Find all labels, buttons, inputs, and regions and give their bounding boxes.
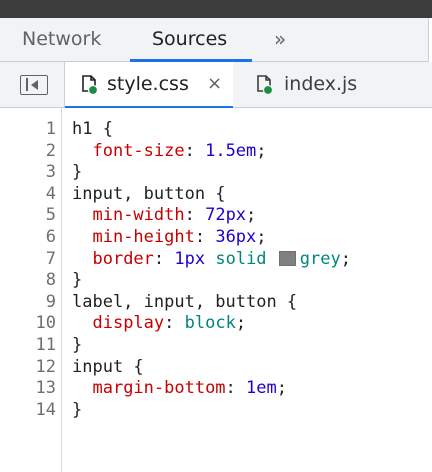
code-text: min-height: 36px; [72, 226, 267, 248]
window-top-bar [0, 0, 432, 18]
semicolon: ; [246, 205, 257, 226]
css-number: 1em [246, 378, 277, 399]
line-number: 8 [45, 270, 56, 291]
code-text: } [72, 161, 82, 183]
css-number: 1px [174, 248, 206, 269]
code-text: border: 1px solid grey; [72, 248, 351, 270]
css-file-icon [82, 75, 97, 95]
js-file-icon [257, 75, 272, 95]
line-number: 3 [45, 162, 56, 183]
css-number: 36px [215, 227, 257, 247]
colon: : [184, 205, 206, 226]
code-text: margin-bottom: 1em; [72, 377, 287, 399]
close-tab-button[interactable]: × [207, 62, 222, 106]
line-number: 4 [45, 183, 56, 204]
semicolon: ; [276, 378, 287, 399]
closing-brace: } [72, 162, 83, 183]
more-tabs-button[interactable]: » [274, 18, 286, 61]
tab-sources[interactable]: Sources [152, 18, 227, 61]
editor-file-tabs: style.css × index.js [0, 62, 432, 109]
collapse-arrow-icon [31, 80, 38, 90]
css-keyword: solid [215, 248, 267, 269]
code-text: font-size: 1.5em; [72, 140, 267, 162]
line-number: 7 [45, 248, 56, 269]
tab-network[interactable]: Network [22, 18, 101, 61]
semicolon: ; [340, 248, 351, 269]
code-editor[interactable]: 1 h1 { 2 font-size: 1.5em; 3} 4 input, button… [0, 108, 432, 472]
closing-brace: } [72, 399, 83, 420]
sidebar-bar-icon [26, 78, 28, 91]
line-number: 13 [35, 378, 56, 399]
code-text: label, input, button { [72, 291, 297, 313]
closing-brace: } [72, 335, 83, 355]
line-number: 2 [45, 140, 56, 161]
code-text: input, button { [72, 183, 226, 205]
css-selector: h1 { [72, 119, 113, 139]
code-text: min-width: 72px; [72, 204, 256, 226]
line-number: 6 [45, 227, 56, 247]
css-property: margin-bottom [92, 378, 226, 399]
line-number: 14 [35, 399, 56, 420]
line-number: 10 [35, 313, 56, 334]
code-text: } [72, 399, 82, 421]
line-number: 9 [45, 291, 56, 312]
code-text: } [72, 269, 82, 291]
code-text: h1 { [72, 118, 113, 140]
code-text: } [72, 334, 82, 356]
css-property: font-size [92, 140, 185, 161]
css-selector: input { [72, 356, 144, 377]
line-number: 11 [35, 335, 56, 355]
file-tab-style-css[interactable]: style.css × [65, 62, 233, 109]
file-tab-index-js[interactable]: index.js [246, 62, 376, 108]
css-property: min-width [92, 205, 185, 226]
semicolon: ; [235, 313, 247, 334]
toggle-navigator-button[interactable] [20, 75, 48, 95]
css-color-value: grey [299, 248, 341, 269]
colon: : [153, 248, 175, 269]
css-number: 72px [205, 205, 247, 226]
code-text: display: block; [72, 312, 246, 334]
color-swatch-icon[interactable] [278, 250, 296, 266]
line-number: 5 [45, 205, 56, 226]
code-text: input { [72, 356, 144, 378]
css-property: min-height [92, 227, 195, 247]
css-number: 1.5em [205, 140, 257, 161]
panel-edge [428, 18, 432, 62]
line-number: 12 [35, 356, 56, 377]
css-selector: input, button { [72, 183, 226, 204]
closing-brace: } [72, 270, 83, 291]
devtools-panel-tabs: Network Sources » [0, 18, 432, 62]
colon: : [184, 140, 206, 161]
colon: : [164, 313, 185, 334]
semicolon: ; [256, 227, 267, 247]
colon: : [194, 227, 216, 247]
css-keyword: block [184, 313, 236, 334]
file-tab-label: style.css [107, 73, 189, 95]
semicolon: ; [256, 140, 267, 161]
css-selector: label, input, button { [72, 291, 298, 312]
file-tab-label: index.js [284, 73, 358, 95]
css-property: border [92, 248, 154, 269]
css-property: display [92, 313, 165, 334]
colon: : [225, 378, 247, 399]
line-number: 1 [45, 119, 56, 139]
